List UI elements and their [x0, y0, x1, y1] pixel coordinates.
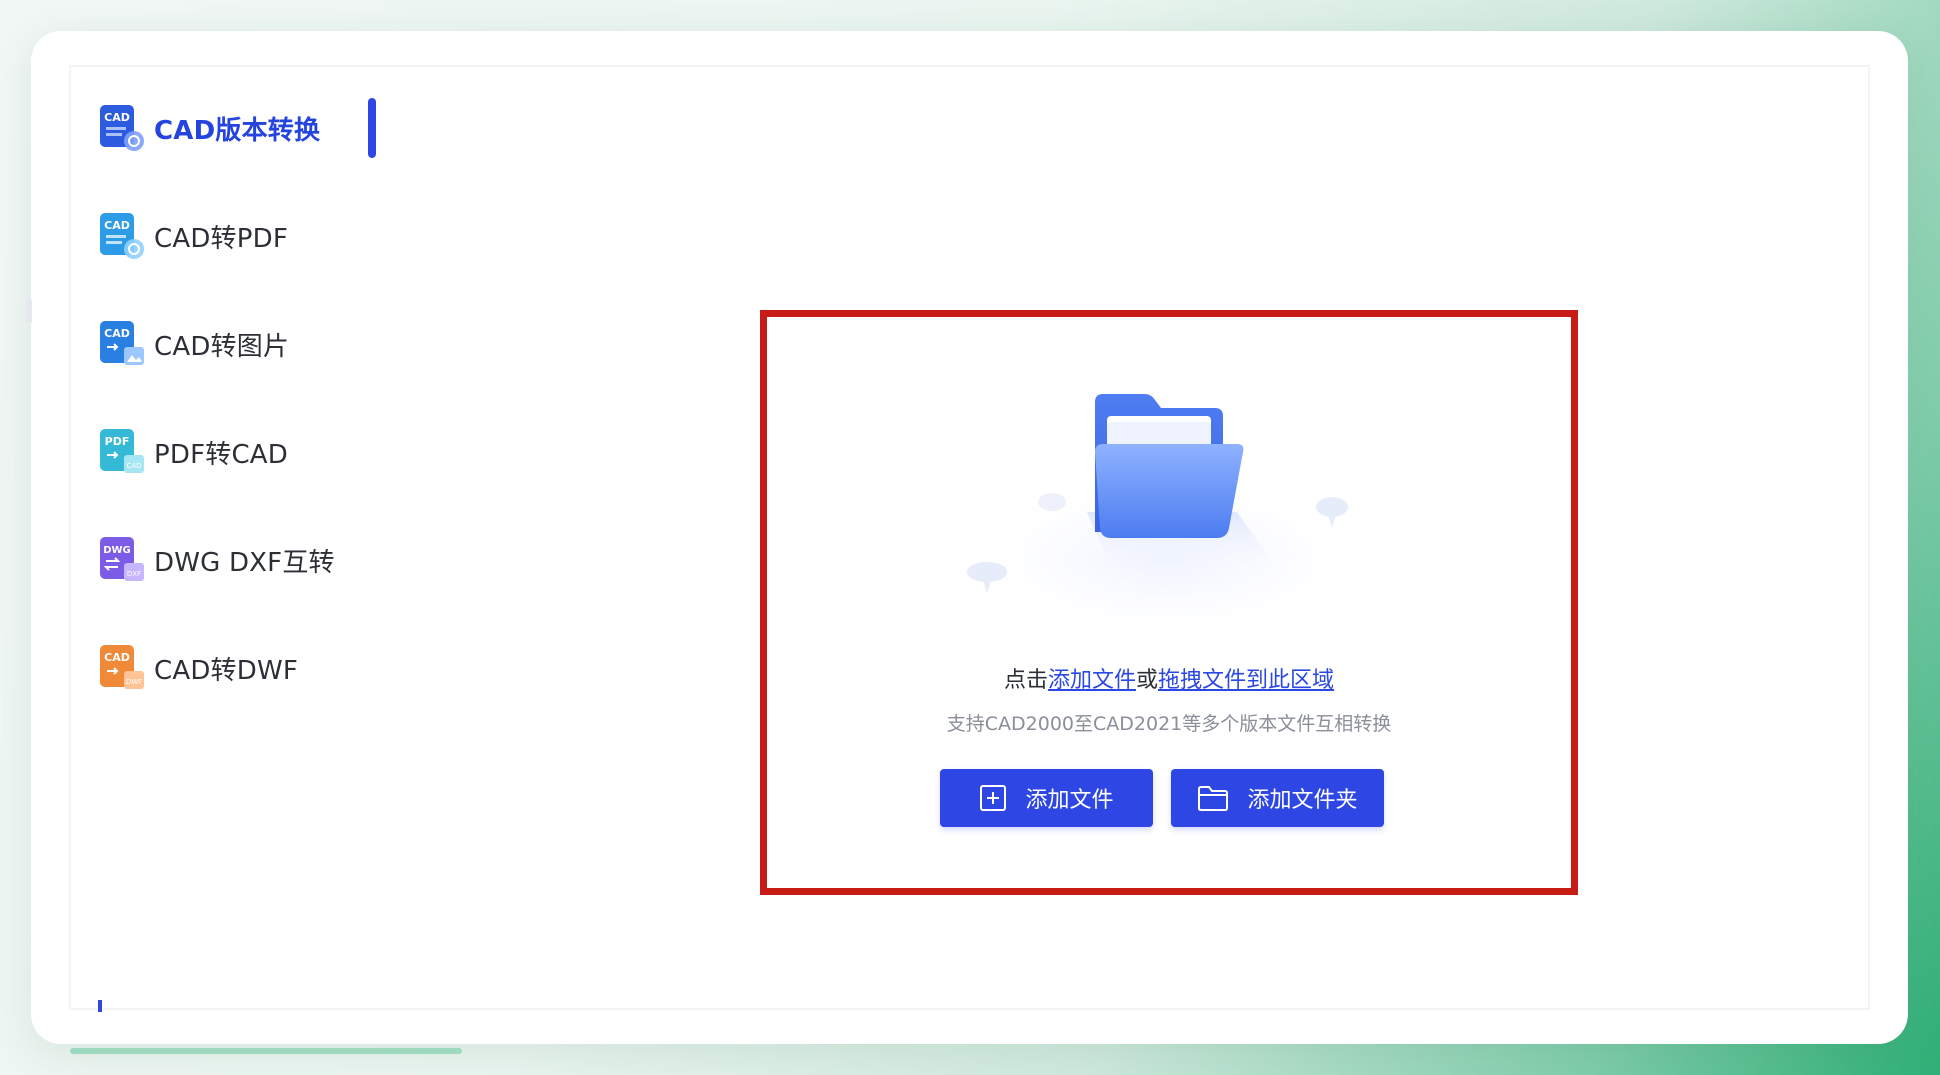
- cad-to-image-icon: CAD: [98, 317, 148, 371]
- cad-to-dwf-icon: CAD DWF: [98, 641, 148, 695]
- sidebar-item-label: CAD转PDF: [154, 223, 289, 254]
- drop-instructions: 点击添加文件或拖拽文件到此区域: [767, 662, 1571, 694]
- svg-text:DWF: DWF: [126, 678, 142, 686]
- add-folder-label: 添加文件夹: [1247, 788, 1358, 813]
- sidebar-item-cad-version[interactable]: CAD CAD版本转换: [98, 98, 320, 158]
- svg-text:DWG: DWG: [103, 545, 131, 556]
- svg-text:CAD: CAD: [104, 327, 130, 340]
- svg-text:CAD: CAD: [126, 462, 141, 470]
- sidebar-item-cad-to-dwf[interactable]: CAD DWF CAD转DWF: [98, 638, 298, 698]
- partially-visible-section: [98, 1000, 338, 1012]
- active-indicator: [368, 98, 376, 158]
- add-folder-button[interactable]: 添加文件夹: [1171, 769, 1384, 827]
- dwg-dxf-icon: DWG DXF: [98, 533, 148, 587]
- add-square-icon: [980, 785, 1007, 811]
- add-file-link[interactable]: 添加文件: [1048, 668, 1136, 693]
- collapse-handle[interactable]: [26, 298, 32, 324]
- sidebar-item-dwg-dxf[interactable]: DWG DXF DWG DXF互转: [98, 530, 335, 590]
- cad-version-icon: CAD: [98, 101, 148, 155]
- add-file-label: 添加文件: [1025, 788, 1114, 813]
- file-drop-zone[interactable]: 点击添加文件或拖拽文件到此区域 支持CAD2000至CAD2021等多个版本文件…: [760, 310, 1578, 895]
- svg-text:CAD: CAD: [104, 219, 130, 232]
- section-marker: [98, 1000, 102, 1012]
- sidebar-item-label: DWG DXF互转: [154, 547, 335, 578]
- drop-middle-text: 或: [1136, 668, 1159, 693]
- svg-text:DXF: DXF: [127, 570, 141, 578]
- sidebar-item-label: CAD版本转换: [154, 115, 321, 146]
- svg-text:CAD: CAD: [104, 651, 130, 664]
- folder-icon: [1198, 786, 1229, 811]
- sidebar-item-label: CAD转图片: [154, 331, 290, 362]
- sidebar-item-cad-to-image[interactable]: CAD CAD转图片: [98, 314, 289, 374]
- supported-versions-hint: 支持CAD2000至CAD2021等多个版本文件互相转换: [946, 713, 1392, 735]
- sidebar-item-label: PDF转CAD: [154, 439, 289, 470]
- folder-open-icon: [967, 394, 1367, 622]
- svg-text:CAD: CAD: [104, 111, 130, 124]
- scrollbar-thumb[interactable]: [70, 1048, 462, 1054]
- sidebar-item-pdf-to-cad[interactable]: PDF CAD PDF转CAD: [98, 422, 288, 482]
- sidebar-item-label: CAD转DWF: [154, 655, 299, 686]
- svg-text:PDF: PDF: [105, 435, 130, 448]
- pdf-to-cad-icon: PDF CAD: [98, 425, 148, 479]
- cad-to-pdf-icon: CAD: [98, 209, 148, 263]
- drop-prefix-text: 点击: [1003, 668, 1048, 693]
- drag-file-link[interactable]: 拖拽文件到此区域: [1158, 668, 1334, 693]
- sidebar-item-cad-to-pdf[interactable]: CAD CAD转PDF: [98, 206, 288, 266]
- add-file-button[interactable]: 添加文件: [940, 769, 1153, 827]
